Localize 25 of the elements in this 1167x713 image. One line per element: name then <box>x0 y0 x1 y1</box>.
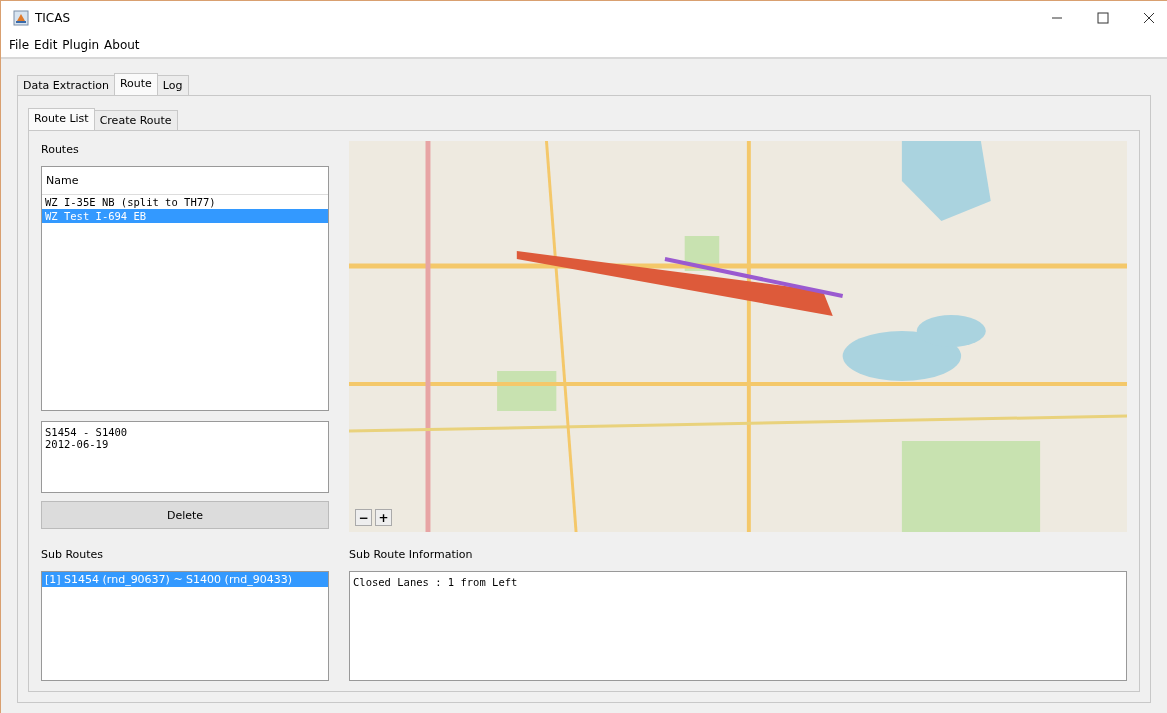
window-title: TICAS <box>35 11 71 25</box>
delete-button[interactable]: Delete <box>41 501 329 529</box>
info-text: Closed Lanes : 1 from Left <box>353 576 519 588</box>
zoom-button[interactable]: − <box>355 509 372 526</box>
menu-item[interactable]: File <box>9 37 30 53</box>
close-icon[interactable] <box>1143 12 1155 24</box>
maximize-icon[interactable] <box>1097 12 1109 24</box>
menu-item[interactable]: Edit <box>34 37 58 53</box>
section-label: Routes <box>41 142 80 158</box>
map[interactable]: − + <box>349 141 1127 532</box>
tab[interactable]: Log <box>156 75 189 95</box>
info-line: S1454 - S1400 <box>45 426 129 438</box>
zoom-button[interactable]: + <box>375 509 392 526</box>
column-header[interactable]: Name <box>42 167 328 195</box>
section-label: Sub Routes <box>41 547 105 563</box>
menu-item[interactable]: About <box>104 37 140 53</box>
section-label: Sub Route Information <box>349 547 474 563</box>
tab[interactable]: Data Extraction <box>17 75 115 95</box>
menu-item[interactable]: Plugin <box>62 37 100 53</box>
info-line: 2012-06-19 <box>45 438 110 450</box>
tab[interactable]: Route <box>113 73 158 95</box>
table-row[interactable]: WZ I-35E NB (split to TH77) <box>42 195 328 209</box>
tab[interactable]: Create Route <box>93 110 178 130</box>
app-icon <box>13 10 29 26</box>
tab[interactable]: Route List <box>28 108 95 130</box>
